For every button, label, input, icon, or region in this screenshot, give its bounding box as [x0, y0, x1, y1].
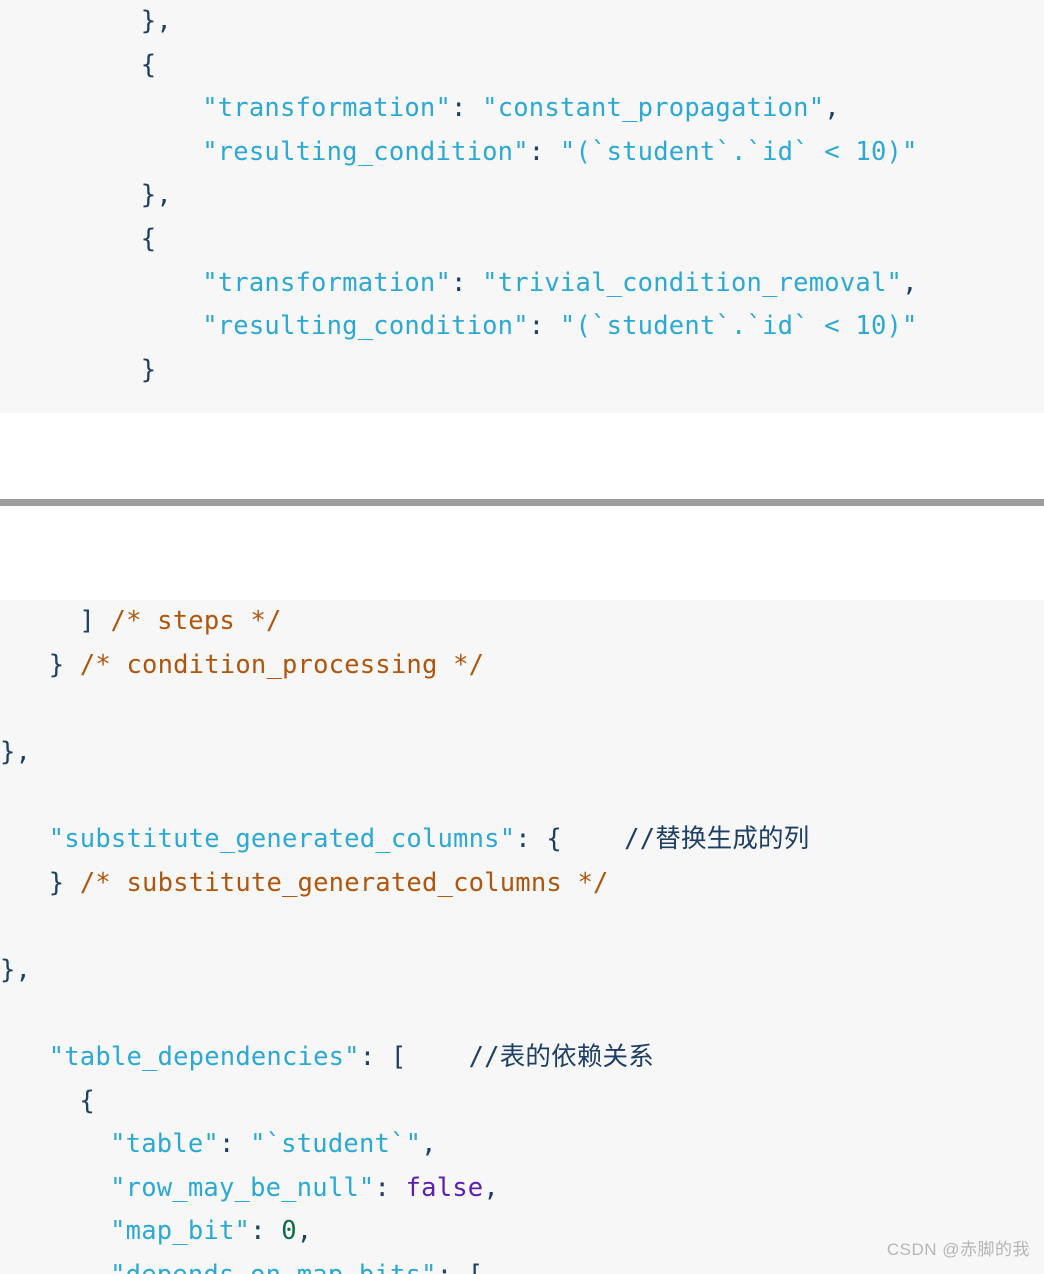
code-token: "transformation"	[202, 267, 452, 298]
code-token: {	[140, 223, 157, 254]
code-block-bottom: ] /* steps */} /* condition_processing *…	[0, 600, 1044, 1274]
code-token: ]	[79, 606, 95, 636]
code-token: : {	[515, 823, 562, 854]
code-line: } /* condition_processing */	[0, 644, 1044, 688]
code-token: }	[48, 649, 65, 680]
code-token: },	[140, 180, 172, 211]
code-token: /* condition_processing */	[79, 649, 485, 680]
section-divider	[0, 499, 1044, 506]
code-token: /* steps */	[110, 606, 282, 636]
code-line: },	[0, 949, 1044, 993]
code-token: },	[0, 736, 32, 767]
code-line: "row_may_be_null": false,	[0, 1167, 1044, 1211]
code-token: "map_bit"	[110, 1216, 251, 1247]
code-line: }	[0, 349, 1044, 393]
code-token: "row_may_be_null"	[110, 1172, 375, 1203]
code-token: "(`student`.`id` < 10)"	[559, 311, 918, 342]
code-line: },	[0, 174, 1044, 218]
code-token: ,	[421, 1129, 437, 1160]
code-token: :	[451, 267, 483, 298]
csdn-watermark: CSDN @赤脚的我	[886, 1240, 1030, 1259]
code-token: //表的依赖关系	[468, 1041, 654, 1072]
code-token: :	[451, 93, 483, 124]
code-token: false	[405, 1172, 484, 1203]
code-block-top: }, { "transformation": "constant_propagati…	[0, 0, 1044, 413]
code-token: ,	[902, 267, 918, 298]
code-line: ] /* steps */	[0, 600, 1044, 644]
code-token: : [	[359, 1041, 407, 1072]
code-token: },	[0, 954, 32, 985]
code-lines-bottom: ] /* steps */} /* condition_processing *…	[0, 600, 1044, 1274]
code-token: "depends_on_map_bits"	[110, 1260, 437, 1274]
code-token: "substitute_generated_columns"	[48, 823, 516, 854]
code-line: } /* substitute_generated_columns */	[0, 862, 1044, 906]
code-token: "(`student`.`id` < 10)"	[559, 136, 918, 167]
code-token: //替换生成的列	[624, 823, 810, 854]
code-line: "transformation": "constant_propagation"…	[0, 87, 1044, 131]
code-line: "resulting_condition": "(`student`.`id` …	[0, 305, 1044, 349]
code-line: "resulting_condition": "(`student`.`id` …	[0, 131, 1044, 175]
code-token: {	[79, 1085, 95, 1116]
code-token: ,	[296, 1216, 313, 1247]
code-line: "table_dependencies": [ //表的依赖关系	[0, 1036, 1044, 1080]
code-token: :	[218, 1129, 251, 1160]
code-line: {	[0, 218, 1044, 262]
code-line: },	[0, 731, 1044, 775]
code-token: "constant_propagation"	[482, 93, 825, 124]
code-token: "resulting_condition"	[202, 311, 529, 342]
code-token: :	[374, 1172, 406, 1203]
code-token: "table"	[110, 1129, 219, 1160]
code-lines-top: }, { "transformation": "constant_propagati…	[0, 0, 1044, 392]
code-token: "resulting_condition"	[202, 136, 529, 167]
code-token: "table_dependencies"	[48, 1041, 360, 1072]
code-token: /* substitute_generated_columns */	[79, 867, 609, 898]
code-token: :	[250, 1216, 282, 1247]
code-token: 0	[281, 1216, 297, 1247]
code-token: "transformation"	[202, 93, 452, 124]
code-line: },	[0, 0, 1044, 44]
code-token: },	[140, 6, 172, 36]
code-token: "trivial_condition_removal"	[482, 267, 903, 298]
code-line: "transformation": "trivial_condition_rem…	[0, 262, 1044, 306]
code-token: : [	[437, 1260, 484, 1274]
code-token: ,	[483, 1172, 499, 1203]
code-token: :	[528, 311, 560, 342]
code-line: {	[0, 44, 1044, 88]
code-token: }	[140, 354, 157, 385]
code-token: "`student`"	[250, 1129, 422, 1160]
code-token: }	[48, 867, 65, 898]
code-token: :	[528, 136, 560, 167]
code-line: "substitute_generated_columns": { //替换生成…	[0, 818, 1044, 862]
code-token: ,	[824, 93, 840, 124]
code-token: {	[140, 49, 157, 80]
code-line: {	[0, 1080, 1044, 1124]
code-line: "table": "`student`",	[0, 1123, 1044, 1167]
